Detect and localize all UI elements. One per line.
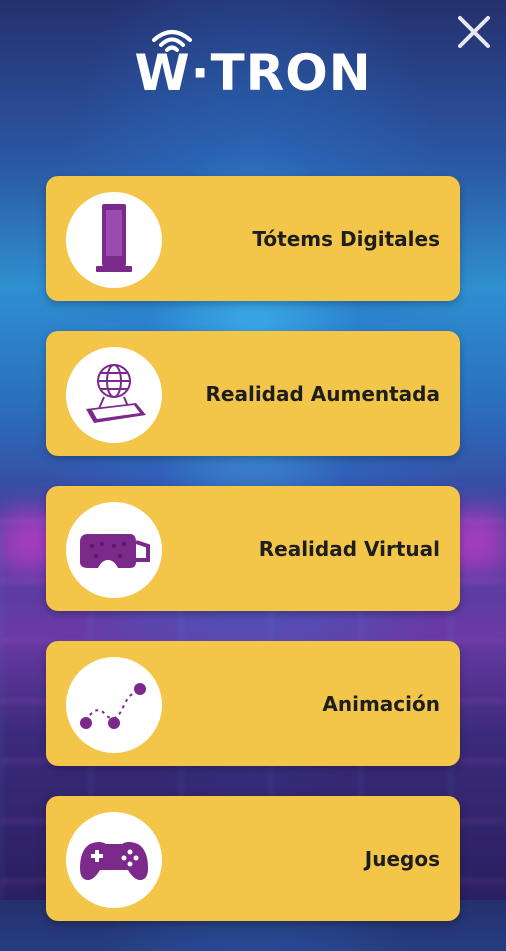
icon-circle bbox=[66, 192, 162, 288]
icon-circle bbox=[66, 812, 162, 908]
menu-item-label: Realidad Virtual bbox=[258, 536, 440, 561]
logo: W·TRON bbox=[0, 28, 506, 98]
logo-text: W·TRON bbox=[134, 44, 372, 102]
category-menu: Tótems Digitales Realidad Aumentada Real… bbox=[46, 176, 462, 951]
menu-item-totems[interactable]: Tótems Digitales bbox=[46, 176, 460, 301]
menu-item-label: Realidad Aumentada bbox=[205, 381, 441, 406]
icon-circle bbox=[66, 502, 162, 598]
menu-item-animation[interactable]: Animación bbox=[46, 641, 460, 766]
gamepad-icon bbox=[80, 842, 148, 880]
icon-circle bbox=[66, 657, 162, 753]
menu-item-label: Tótems Digitales bbox=[252, 226, 440, 251]
menu-item-augmented-reality[interactable]: Realidad Aumentada bbox=[46, 331, 460, 456]
menu-item-games[interactable]: Juegos bbox=[46, 796, 460, 921]
menu-item-virtual-reality[interactable]: Realidad Virtual bbox=[46, 486, 460, 611]
totem-icon bbox=[96, 204, 132, 272]
wifi-icon bbox=[152, 30, 192, 52]
menu-item-label: Juegos bbox=[364, 846, 440, 871]
menu-item-label: Animación bbox=[322, 691, 440, 716]
vr-headset-icon bbox=[80, 534, 150, 568]
close-icon[interactable] bbox=[456, 14, 492, 50]
animation-path-icon bbox=[80, 683, 146, 729]
augmented-reality-icon bbox=[86, 364, 146, 423]
icon-circle bbox=[66, 347, 162, 443]
